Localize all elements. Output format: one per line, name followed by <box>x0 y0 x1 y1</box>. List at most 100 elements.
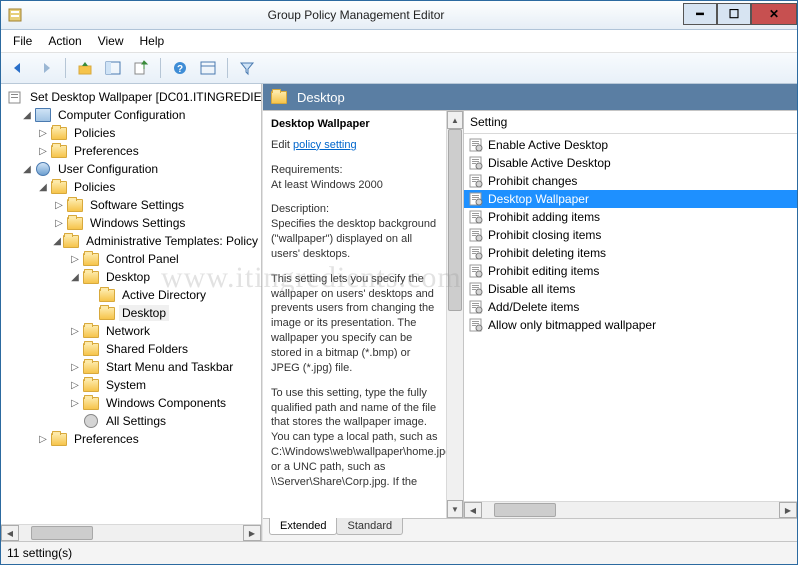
tree[interactable]: Set Desktop Wallpaper [DC01.ITINGREDIENT… <box>1 84 261 524</box>
tree-startmenu[interactable]: ▷Start Menu and Taskbar <box>69 358 261 376</box>
tree-user-config[interactable]: ◢User Configuration <box>21 160 261 178</box>
tab-standard[interactable]: Standard <box>336 518 403 535</box>
tab-extended[interactable]: Extended <box>269 518 337 535</box>
export-button[interactable] <box>128 55 154 81</box>
scroll-left-icon[interactable]: ◀ <box>464 502 482 518</box>
expand-icon[interactable]: ▷ <box>69 325 81 337</box>
tree-uc-prefs[interactable]: ▷Preferences <box>37 430 261 448</box>
scroll-down-icon[interactable]: ▼ <box>447 500 463 518</box>
tree-root[interactable]: Set Desktop Wallpaper [DC01.ITINGREDIENT… <box>5 88 261 106</box>
tree-shared[interactable]: Shared Folders <box>69 340 261 358</box>
show-hide-tree-button[interactable] <box>100 55 126 81</box>
maximize-button[interactable]: ☐ <box>717 3 751 25</box>
description-p2: This setting lets you specify the wallpa… <box>271 272 438 376</box>
edit-policy-link[interactable]: policy setting <box>293 139 357 151</box>
expand-icon[interactable]: ▷ <box>69 253 81 265</box>
folder-icon <box>51 431 67 447</box>
close-button[interactable]: ✕ <box>751 3 797 25</box>
setting-row[interactable]: Add/Delete items <box>464 298 797 316</box>
expand-icon[interactable]: ▷ <box>53 199 65 211</box>
desc-vscrollbar[interactable]: ▲ ▼ <box>446 111 463 518</box>
tree-wincomp[interactable]: ▷Windows Components <box>69 394 261 412</box>
menu-file[interactable]: File <box>5 32 40 50</box>
computer-icon <box>35 107 51 123</box>
filter-button[interactable] <box>234 55 260 81</box>
setting-row[interactable]: Enable Active Desktop <box>464 136 797 154</box>
menu-action[interactable]: Action <box>40 32 89 50</box>
tree-admin-templates[interactable]: ◢Administrative Templates: Policy <box>53 232 261 250</box>
tree-computer-config[interactable]: ◢Computer Configuration <box>21 106 261 124</box>
tree-desktop[interactable]: ◢Desktop <box>69 268 261 286</box>
titlebar[interactable]: Group Policy Management Editor ━ ☐ ✕ <box>1 1 797 30</box>
setting-row[interactable]: Prohibit deleting items <box>464 244 797 262</box>
setting-label: Enable Active Desktop <box>488 138 608 152</box>
tree-desktop-sub[interactable]: Desktop <box>85 304 261 322</box>
tree-network[interactable]: ▷Network <box>69 322 261 340</box>
up-button[interactable] <box>72 55 98 81</box>
scroll-thumb[interactable] <box>31 526 93 540</box>
settings-column-header[interactable]: Setting <box>464 111 797 134</box>
list-hscrollbar[interactable]: ◀ ▶ <box>464 501 797 518</box>
back-button[interactable] <box>5 55 31 81</box>
scroll-right-icon[interactable]: ▶ <box>243 525 261 541</box>
settings-list[interactable]: Enable Active Desktop Disable Active Desk… <box>464 134 797 501</box>
tree-hscrollbar[interactable]: ◀ ▶ <box>1 524 261 541</box>
setting-row[interactable]: Allow only bitmapped wallpaper <box>464 316 797 334</box>
content-area: Set Desktop Wallpaper [DC01.ITINGREDIENT… <box>1 84 797 541</box>
tree-windows[interactable]: ▷Windows Settings <box>53 214 261 232</box>
folder-icon <box>67 197 83 213</box>
right-pane: Desktop Desktop Wallpaper Edit policy se… <box>262 84 797 541</box>
expand-icon[interactable]: ▷ <box>37 145 49 157</box>
folder-icon <box>99 305 115 321</box>
forward-button[interactable] <box>33 55 59 81</box>
tree-cc-prefs[interactable]: ▷Preferences <box>37 142 261 160</box>
scroll-up-icon[interactable]: ▲ <box>447 111 463 129</box>
expand-icon[interactable]: ▷ <box>37 433 49 445</box>
tree-control-panel[interactable]: ▷Control Panel <box>69 250 261 268</box>
tree-allsettings[interactable]: All Settings <box>69 412 261 430</box>
policy-icon <box>7 89 23 105</box>
setting-row[interactable]: Prohibit editing items <box>464 262 797 280</box>
setting-row[interactable]: Prohibit closing items <box>464 226 797 244</box>
collapse-icon[interactable]: ◢ <box>69 271 81 283</box>
folder-icon <box>83 341 99 357</box>
expand-icon[interactable]: ▷ <box>69 361 81 373</box>
tree-cc-policies[interactable]: ▷Policies <box>37 124 261 142</box>
setting-row[interactable]: Desktop Wallpaper <box>464 190 797 208</box>
expand-icon[interactable]: ▷ <box>53 217 65 229</box>
folder-icon <box>83 395 99 411</box>
setting-row[interactable]: Prohibit adding items <box>464 208 797 226</box>
scroll-left-icon[interactable]: ◀ <box>1 525 19 541</box>
tree-active-directory[interactable]: Active Directory <box>85 286 261 304</box>
folder-icon <box>63 233 79 249</box>
details-header-title: Desktop <box>297 90 345 105</box>
tree-system[interactable]: ▷System <box>69 376 261 394</box>
setting-row[interactable]: Prohibit changes <box>464 172 797 190</box>
setting-icon <box>468 191 484 207</box>
expand-icon[interactable]: ▷ <box>37 127 49 139</box>
help-button[interactable]: ? <box>167 55 193 81</box>
setting-icon <box>468 227 484 243</box>
scroll-right-icon[interactable]: ▶ <box>779 502 797 518</box>
expand-icon[interactable]: ▷ <box>69 379 81 391</box>
tree-software[interactable]: ▷Software Settings <box>53 196 261 214</box>
description-label: Description: <box>271 202 438 217</box>
scroll-thumb[interactable] <box>494 503 556 517</box>
policy-title: Desktop Wallpaper <box>271 117 438 132</box>
properties-button[interactable] <box>195 55 221 81</box>
collapse-icon[interactable]: ◢ <box>53 235 61 247</box>
scroll-thumb[interactable] <box>448 129 462 311</box>
menu-help[interactable]: Help <box>132 32 173 50</box>
collapse-icon[interactable]: ◢ <box>21 163 33 175</box>
tree-uc-policies[interactable]: ◢Policies <box>37 178 261 196</box>
collapse-icon[interactable]: ◢ <box>37 181 49 193</box>
menu-view[interactable]: View <box>90 32 132 50</box>
window-title: Group Policy Management Editor <box>29 8 683 22</box>
setting-row[interactable]: Disable all items <box>464 280 797 298</box>
expand-icon[interactable]: ▷ <box>69 397 81 409</box>
folder-icon <box>67 215 83 231</box>
collapse-icon[interactable]: ◢ <box>21 109 33 121</box>
minimize-button[interactable]: ━ <box>683 3 717 25</box>
setting-row[interactable]: Disable Active Desktop <box>464 154 797 172</box>
details-header: Desktop <box>263 84 797 110</box>
